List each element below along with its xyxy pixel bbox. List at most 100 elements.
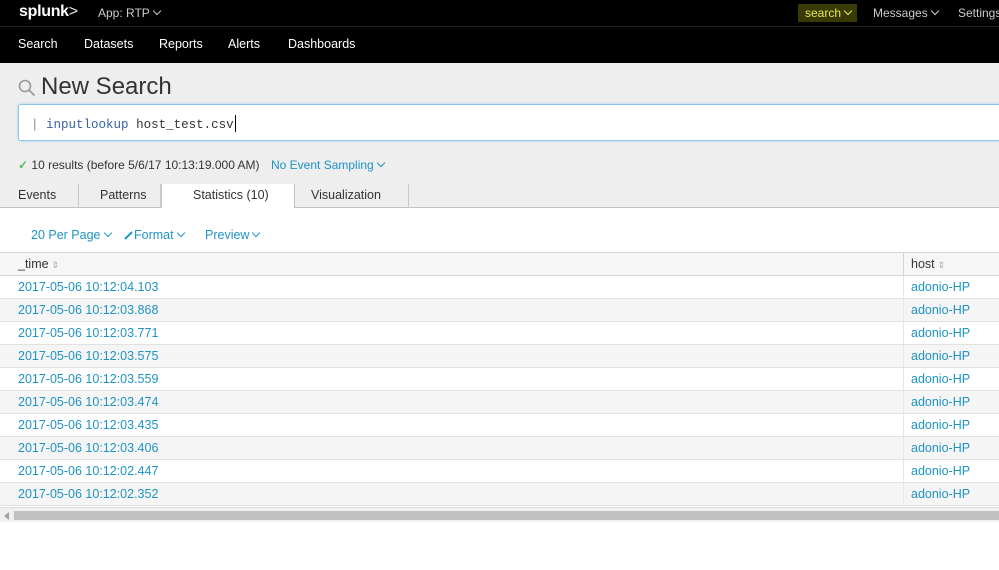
cell-host[interactable]: adonio-HP bbox=[911, 349, 970, 363]
cell-time[interactable]: 2017-05-06 10:12:03.474 bbox=[18, 395, 158, 409]
table-row: 2017-05-06 10:12:03.406 adonio-HP bbox=[0, 437, 999, 460]
table-row: 2017-05-06 10:12:03.575 adonio-HP bbox=[0, 345, 999, 368]
per-page-dropdown[interactable]: 20 Per Page bbox=[31, 228, 112, 242]
results-toolbar: 20 Per Page Format Preview bbox=[0, 208, 999, 252]
column-divider bbox=[903, 345, 904, 367]
search-input[interactable]: | inputlookup host_test.csv bbox=[18, 104, 999, 141]
scrollbar-thumb[interactable] bbox=[14, 511, 999, 520]
query-pipe: | bbox=[31, 118, 39, 132]
cell-time[interactable]: 2017-05-06 10:12:02.352 bbox=[18, 487, 158, 501]
preview-dropdown[interactable]: Preview bbox=[205, 228, 261, 242]
cell-time[interactable]: 2017-05-06 10:12:03.771 bbox=[18, 326, 158, 340]
table-row: 2017-05-06 10:12:03.559 adonio-HP bbox=[0, 368, 999, 391]
cell-time[interactable]: 2017-05-06 10:12:02.447 bbox=[18, 464, 158, 478]
tab-statistics-label: Statistics (10) bbox=[193, 188, 269, 202]
splunk-logo[interactable]: splunk> bbox=[19, 3, 78, 21]
cell-time[interactable]: 2017-05-06 10:12:03.575 bbox=[18, 349, 158, 363]
cell-time[interactable]: 2017-05-06 10:12:03.406 bbox=[18, 441, 158, 455]
check-icon: ✓ bbox=[18, 158, 29, 172]
sort-icon: ⇕ bbox=[51, 260, 60, 270]
top-bar: splunk> App: RTP search Messages Setting… bbox=[0, 0, 999, 26]
table-row: 2017-05-06 10:12:03.771 adonio-HP bbox=[0, 322, 999, 345]
tab-patterns[interactable]: Patterns bbox=[79, 184, 161, 208]
scroll-left-arrow-icon[interactable] bbox=[4, 512, 9, 520]
cell-time[interactable]: 2017-05-06 10:12:04.103 bbox=[18, 280, 158, 294]
column-header-host-label: host bbox=[911, 257, 935, 271]
query-command: inputlookup bbox=[46, 118, 129, 132]
column-header-host[interactable]: host ⇕ bbox=[911, 257, 945, 271]
text-caret bbox=[234, 115, 236, 132]
event-sampling-dropdown[interactable]: No Event Sampling bbox=[271, 158, 385, 172]
app-nav: Search Datasets Reports Alerts Dashboard… bbox=[0, 26, 999, 63]
horizontal-scrollbar[interactable] bbox=[0, 507, 999, 522]
app-menu-label: App: RTP bbox=[98, 6, 150, 20]
cell-host[interactable]: adonio-HP bbox=[911, 303, 970, 317]
format-dropdown[interactable]: Format bbox=[124, 228, 185, 242]
column-divider bbox=[903, 391, 904, 413]
column-divider bbox=[903, 483, 904, 505]
tab-statistics[interactable]: Statistics (10) bbox=[161, 184, 295, 209]
paintbrush-icon bbox=[124, 231, 133, 240]
search-icon bbox=[18, 79, 36, 97]
settings-menu[interactable]: Settings bbox=[958, 6, 999, 20]
event-sampling-label: No Event Sampling bbox=[271, 158, 374, 172]
table-row: 2017-05-06 10:12:02.447 adonio-HP bbox=[0, 460, 999, 483]
page-title: New Search bbox=[41, 73, 172, 100]
job-status: ✓ 10 results (before 5/6/17 10:13:19.000… bbox=[18, 158, 260, 172]
column-divider[interactable] bbox=[903, 253, 904, 275]
nav-item-alerts[interactable]: Alerts bbox=[228, 37, 260, 51]
table-row: 2017-05-06 10:12:03.474 adonio-HP bbox=[0, 391, 999, 414]
settings-menu-label: Settings bbox=[958, 6, 999, 20]
sort-icon: ⇕ bbox=[937, 260, 946, 270]
column-divider bbox=[903, 299, 904, 321]
column-header-time[interactable]: _time ⇕ bbox=[18, 257, 59, 271]
nav-item-datasets[interactable]: Datasets bbox=[84, 37, 133, 51]
cell-host[interactable]: adonio-HP bbox=[911, 372, 970, 386]
table-body: 2017-05-06 10:12:04.103 adonio-HP 2017-05-… bbox=[0, 276, 999, 506]
messages-menu-label: Messages bbox=[873, 6, 928, 20]
table-row: 2017-05-06 10:12:03.435 adonio-HP bbox=[0, 414, 999, 437]
table-row: 2017-05-06 10:12:04.103 adonio-HP bbox=[0, 276, 999, 299]
cell-time[interactable]: 2017-05-06 10:12:03.559 bbox=[18, 372, 158, 386]
per-page-label: 20 Per Page bbox=[31, 228, 101, 242]
chevron-down-icon bbox=[176, 228, 185, 238]
query-args: host_test.csv bbox=[136, 118, 234, 132]
cell-time[interactable]: 2017-05-06 10:12:03.868 bbox=[18, 303, 158, 317]
cell-host[interactable]: adonio-HP bbox=[911, 464, 970, 478]
column-divider bbox=[903, 368, 904, 390]
nav-item-search[interactable]: Search bbox=[18, 37, 58, 51]
cell-time[interactable]: 2017-05-06 10:12:03.435 bbox=[18, 418, 158, 432]
results-tabs: Events Patterns Statistics (10) Visualiz… bbox=[0, 184, 999, 209]
logo-text: splunk bbox=[19, 3, 69, 20]
table-row: 2017-05-06 10:12:02.352 adonio-HP bbox=[0, 483, 999, 506]
tab-events[interactable]: Events bbox=[0, 184, 79, 208]
messages-menu[interactable]: Messages bbox=[873, 6, 939, 20]
cell-host[interactable]: adonio-HP bbox=[911, 395, 970, 409]
logo-suffix: > bbox=[68, 3, 78, 20]
chevron-down-icon bbox=[843, 6, 853, 16]
format-label: Format bbox=[134, 228, 174, 242]
tab-visualization-label: Visualization bbox=[311, 188, 381, 202]
nav-item-dashboards[interactable]: Dashboards bbox=[288, 37, 355, 51]
column-header-time-label: _time bbox=[18, 257, 49, 271]
cell-host[interactable]: adonio-HP bbox=[911, 418, 970, 432]
cell-host[interactable]: adonio-HP bbox=[911, 441, 970, 455]
cell-host[interactable]: adonio-HP bbox=[911, 280, 970, 294]
column-divider bbox=[903, 414, 904, 436]
nav-item-reports[interactable]: Reports bbox=[159, 37, 203, 51]
chevron-down-icon bbox=[152, 6, 162, 16]
column-divider bbox=[903, 276, 904, 298]
search-query: | inputlookup host_test.csv bbox=[31, 115, 236, 132]
cell-host[interactable]: adonio-HP bbox=[911, 326, 970, 340]
app-menu[interactable]: App: RTP bbox=[98, 6, 162, 20]
table-row: 2017-05-06 10:12:03.868 adonio-HP bbox=[0, 299, 999, 322]
user-menu[interactable]: search bbox=[798, 4, 858, 22]
job-status-text: 10 results (before 5/6/17 10:13:19.000 A… bbox=[31, 158, 260, 172]
tab-events-label: Events bbox=[18, 188, 57, 202]
tab-visualization[interactable]: Visualization bbox=[295, 184, 409, 208]
preview-label: Preview bbox=[205, 228, 250, 242]
user-menu-label: search bbox=[805, 6, 842, 20]
results-table: _time ⇕ host ⇕ 2017-05-06 10:12:04.103 adon… bbox=[0, 252, 999, 506]
column-divider bbox=[903, 322, 904, 344]
cell-host[interactable]: adonio-HP bbox=[911, 487, 970, 501]
